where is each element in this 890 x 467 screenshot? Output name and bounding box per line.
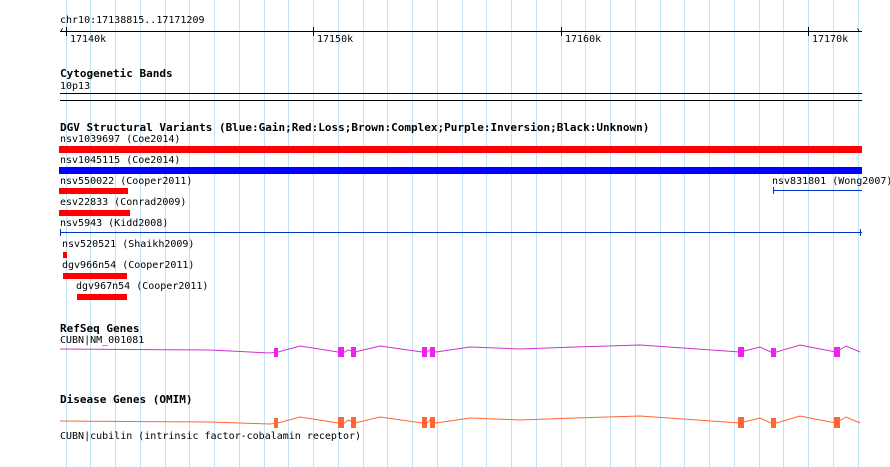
ruler-axis (60, 31, 862, 32)
dgv-feature-label[interactable]: nsv1039697 (Coe2014) (60, 134, 180, 146)
gridline (511, 0, 512, 467)
ruler-tick (313, 27, 314, 36)
gridline (709, 0, 710, 467)
gridline (684, 0, 685, 467)
gridline (585, 0, 586, 467)
ruler-tick-label: 17150k (317, 34, 354, 45)
refseq-gene-model[interactable] (0, 340, 890, 364)
dgv-feature-bar[interactable] (77, 294, 127, 300)
gridline (808, 0, 809, 467)
gridline (858, 0, 859, 467)
gridline (783, 0, 784, 467)
exon (338, 417, 344, 428)
dgv-feature-end-tick (860, 229, 861, 236)
gridline (264, 0, 265, 467)
exon (738, 417, 744, 428)
exon (430, 347, 435, 357)
exon (771, 348, 776, 357)
genome-browser-view: chr10:17138815..17171209 ‹ › 17140k 1715… (0, 0, 890, 467)
ruler-right-arrow: › (855, 25, 862, 36)
gridline (759, 0, 760, 467)
exon (351, 417, 356, 428)
exon (274, 418, 278, 428)
gridline (288, 0, 289, 467)
dgv-feature-bar[interactable] (63, 252, 67, 258)
exon (422, 347, 427, 357)
dgv-feature-label[interactable]: nsv831801 (Wong2007) (772, 176, 890, 188)
dgv-feature-bar[interactable] (59, 146, 862, 153)
gridline (833, 0, 834, 467)
gridline (462, 0, 463, 467)
exon (834, 347, 840, 357)
omim-track-title[interactable]: Disease Genes (OMIM) (60, 393, 192, 406)
dgv-feature-label[interactable]: dgv967n54 (Cooper2011) (76, 281, 208, 293)
gridline (239, 0, 240, 467)
exon (422, 417, 427, 428)
gridline (734, 0, 735, 467)
ruler-tick-label: 17140k (70, 34, 107, 45)
dgv-feature-end-tick (60, 229, 61, 236)
dgv-feature-end-tick (773, 187, 774, 194)
gridline (635, 0, 636, 467)
region-label: chr10:17138815..17171209 (60, 15, 205, 26)
ruler-tick-label: 17160k (565, 34, 602, 45)
ruler-tick (808, 27, 809, 36)
gridline (610, 0, 611, 467)
omim-gene-model[interactable] (0, 411, 890, 433)
dgv-feature-label[interactable]: nsv550022 (Cooper2011) (60, 176, 192, 188)
ruler-tick (66, 27, 67, 36)
gridline (536, 0, 537, 467)
dgv-feature-label[interactable]: esv22833 (Conrad2009) (60, 197, 186, 209)
dgv-feature-line[interactable] (774, 190, 862, 191)
ruler-tick-label: 17170k (812, 34, 849, 45)
exon (738, 347, 744, 357)
gridline (363, 0, 364, 467)
exon (338, 347, 344, 357)
exon (771, 418, 776, 428)
cytoband-label: 10p13 (60, 81, 91, 92)
gridline (660, 0, 661, 467)
exon (834, 417, 840, 428)
gridline (486, 0, 487, 467)
ruler-left-arrow: ‹ (59, 25, 66, 36)
gridline (412, 0, 413, 467)
refseq-track-title[interactable]: RefSeq Genes (60, 322, 139, 335)
dgv-feature-bar[interactable] (63, 273, 127, 279)
dgv-feature-label[interactable]: nsv5943 (Kidd2008) (60, 218, 168, 230)
cytoband-track-title[interactable]: Cytogenetic Bands (60, 67, 173, 80)
gridline (387, 0, 388, 467)
omim-gene-label[interactable]: CUBN|cubilin (intrinsic factor-cobalamin… (60, 431, 361, 443)
gridline (437, 0, 438, 467)
gridline (313, 0, 314, 467)
dgv-track-title[interactable]: DGV Structural Variants (Blue:Gain;Red:L… (60, 121, 649, 134)
dgv-feature-bar[interactable] (59, 188, 128, 194)
dgv-feature-line[interactable] (60, 232, 862, 233)
dgv-feature-bar[interactable] (59, 210, 130, 216)
dgv-feature-label[interactable]: dgv966n54 (Cooper2011) (62, 260, 194, 272)
exon (274, 348, 278, 357)
dgv-feature-label[interactable]: nsv520521 (Shaikh2009) (62, 239, 194, 251)
exon (351, 347, 356, 357)
gridline (338, 0, 339, 467)
gridline (561, 0, 562, 467)
cytoband-bottom-line (60, 100, 862, 101)
dgv-feature-bar[interactable] (59, 167, 862, 174)
exon (430, 417, 435, 428)
cytoband-top-line (60, 93, 862, 94)
ruler-tick (561, 27, 562, 36)
dgv-feature-label[interactable]: nsv1045115 (Coe2014) (60, 155, 180, 167)
gridline (214, 0, 215, 467)
